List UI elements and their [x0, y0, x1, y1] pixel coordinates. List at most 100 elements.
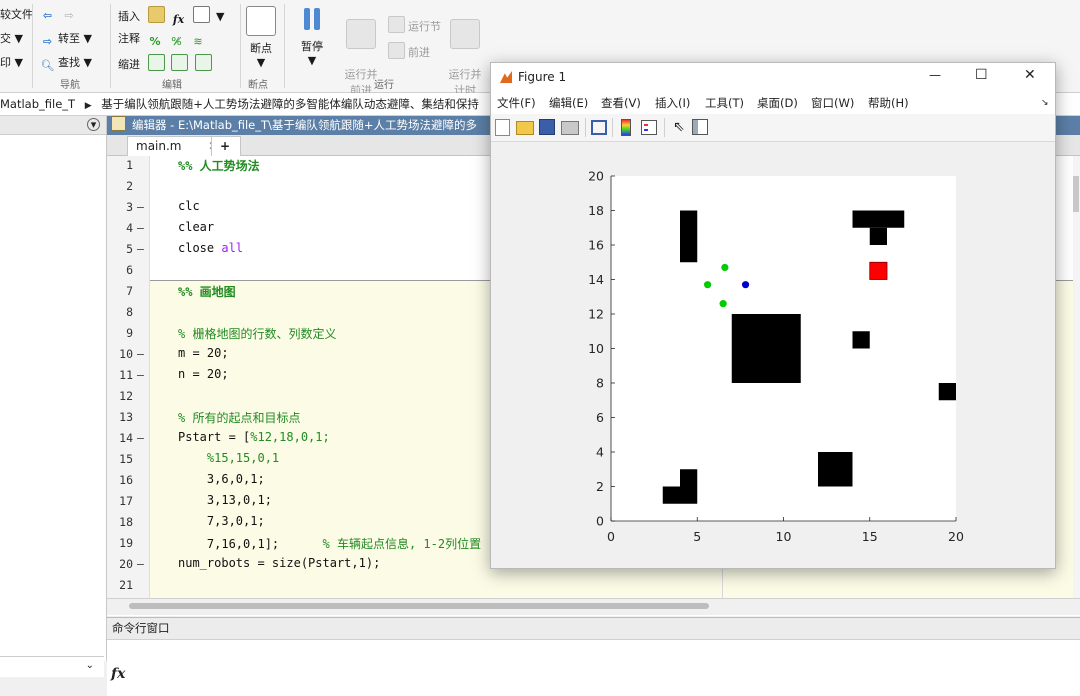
editor-vscroll[interactable]	[1073, 156, 1080, 598]
chevron-down-icon[interactable]: ▼	[216, 10, 224, 23]
chevron-down-icon: ▼	[83, 56, 92, 69]
indent-button[interactable]: 缩进	[118, 54, 215, 72]
line-number-label: 3	[126, 200, 133, 214]
colorbar-icon[interactable]	[621, 119, 631, 136]
menu-tools[interactable]: 工具(T)	[705, 92, 744, 114]
pause-icon	[298, 6, 326, 34]
command-window-title: 命令行窗口	[112, 621, 170, 635]
code-line[interactable]: 7,3,0,1;	[178, 514, 265, 528]
goto-label: 转至	[58, 32, 80, 45]
menu-view[interactable]: 查看(V)	[601, 92, 641, 114]
code-line[interactable]: num_robots = size(Pstart,1);	[178, 556, 380, 570]
menu-help[interactable]: 帮助(H)	[868, 92, 909, 114]
breakpoint-marker[interactable]: —	[137, 242, 144, 256]
run-section-button[interactable]: 运行节	[388, 16, 441, 34]
increase-indent-icon[interactable]	[171, 54, 188, 71]
pause-button[interactable]: 暂停 ▼	[294, 6, 330, 67]
code-line[interactable]: clear	[178, 220, 214, 234]
menu-file[interactable]: 文件(F)	[497, 92, 536, 114]
breakpoint-marker[interactable]: —	[137, 431, 144, 445]
comment-button[interactable]: 注释 % %̸ ≋	[118, 30, 209, 49]
new-figure-icon[interactable]	[495, 119, 510, 136]
code-line[interactable]: 3,13,0,1;	[178, 493, 272, 507]
breakpoint-marker[interactable]: —	[137, 557, 144, 571]
fx-icon[interactable]: fx	[111, 666, 125, 682]
link-plot-icon[interactable]	[591, 120, 607, 135]
advance-label: 前进	[408, 46, 430, 59]
line-number-label: 13	[119, 410, 133, 424]
advance-button[interactable]: 前进	[388, 42, 430, 60]
code-line[interactable]: Pstart = [%12,18,0,1;	[178, 430, 330, 444]
close-icon[interactable]: ✕	[1024, 67, 1036, 83]
breakpoints-button[interactable]: 断点 ▼	[244, 6, 278, 69]
editor-hscroll[interactable]	[107, 598, 1080, 615]
run-time-icon	[450, 19, 480, 49]
group-divider	[110, 4, 111, 88]
print-icon[interactable]	[561, 121, 579, 135]
group-divider	[32, 4, 33, 88]
code-line[interactable]: 3,6,0,1;	[178, 472, 265, 486]
back-forward-buttons[interactable]: ⇦ ⇨	[40, 6, 80, 23]
legend-icon[interactable]	[641, 120, 657, 135]
breakpoint-marker[interactable]: —	[137, 368, 144, 382]
folder-path-subfolder[interactable]: 基于编队领航跟随+人工势场法避障的多智能体编队动态避障、集结和保持	[101, 97, 479, 111]
uncomment-icon[interactable]: %̸	[169, 34, 184, 49]
property-editor-icon[interactable]	[692, 119, 708, 135]
y-tick-label: 8	[596, 376, 604, 391]
compare-button[interactable]: 交 ▼	[0, 30, 23, 46]
code-line[interactable]: %% 人工势场法	[178, 157, 260, 174]
y-tick-label: 2	[596, 479, 604, 494]
code-line[interactable]: close all	[178, 241, 243, 255]
maximize-icon[interactable]: ☐	[975, 67, 988, 83]
forward-arrow-icon[interactable]: ⇨	[62, 8, 77, 23]
insert-function-icon[interactable]	[192, 6, 210, 23]
print-label: 印	[0, 56, 11, 69]
minimize-icon[interactable]: —	[929, 68, 941, 82]
back-arrow-icon[interactable]: ⇦	[40, 8, 55, 23]
menu-window[interactable]: 窗口(W)	[811, 92, 854, 114]
details-bar[interactable]: ⌄	[0, 656, 104, 677]
dock-arrow-icon[interactable]: ↘	[1041, 92, 1049, 114]
comment-percent-icon[interactable]: %	[148, 34, 163, 49]
obstacle-block	[852, 331, 870, 349]
add-tab-button[interactable]: +	[211, 136, 241, 156]
menu-insert[interactable]: 插入(I)	[655, 92, 690, 114]
wrap-comments-icon[interactable]: ≋	[191, 34, 206, 49]
insert-section-icon[interactable]	[147, 6, 165, 23]
code-line[interactable]: m = 20;	[178, 346, 229, 360]
chart-svg[interactable]: 0 5 10 15 20 0 2 4 6 8 10 12 14 16 18 20	[491, 142, 1055, 568]
function-fx-icon[interactable]: fx	[171, 12, 186, 27]
scroll-thumb[interactable]	[1073, 176, 1079, 212]
insert-button[interactable]: 插入 fx ▼	[118, 6, 224, 27]
smart-indent-icon[interactable]	[147, 54, 165, 71]
save-icon[interactable]	[539, 119, 555, 135]
breakpoint-marker[interactable]: —	[137, 221, 144, 235]
code-line[interactable]: 7,16,0,1]; % 车辆起点信息, 1-2列位置	[178, 535, 481, 552]
decrease-indent-icon[interactable]	[194, 54, 212, 71]
breakpoint-marker[interactable]: —	[137, 200, 144, 214]
panel-options-icon[interactable]: ▾	[87, 118, 100, 131]
find-button[interactable]: 🔍︎ 查找 ▼	[40, 54, 92, 73]
goto-button[interactable]: ⇨ 转至 ▼	[40, 30, 92, 49]
code-line[interactable]: %% 画地图	[178, 283, 236, 300]
folder-path-segment[interactable]: Matlab_file_T	[0, 97, 75, 111]
code-line[interactable]: %15,15,0,1	[178, 451, 279, 465]
menu-edit[interactable]: 编辑(E)	[549, 92, 588, 114]
compare-files-button[interactable]: 较文件	[0, 6, 33, 22]
command-input[interactable]	[133, 648, 1073, 692]
hscroll-thumb[interactable]	[129, 603, 709, 609]
open-file-icon[interactable]	[516, 121, 534, 135]
code-line[interactable]: n = 20;	[178, 367, 229, 381]
breakpoint-marker[interactable]: —	[137, 347, 144, 361]
obstacle-block	[818, 452, 853, 487]
robot-point	[719, 300, 727, 308]
print-button[interactable]: 印 ▼	[0, 54, 23, 70]
pointer-icon[interactable]: ⇖	[673, 119, 689, 135]
chevron-down-icon: ▼	[256, 56, 266, 69]
code-line[interactable]: % 所有的起点和目标点	[178, 409, 300, 426]
menu-desktop[interactable]: 桌面(D)	[757, 92, 798, 114]
code-line[interactable]: clc	[178, 199, 200, 213]
line-number-label: 20	[119, 557, 133, 571]
code-line[interactable]: % 栅格地图的行数、列数定义	[178, 325, 336, 342]
chevron-down-icon[interactable]: ⌄	[86, 660, 94, 671]
